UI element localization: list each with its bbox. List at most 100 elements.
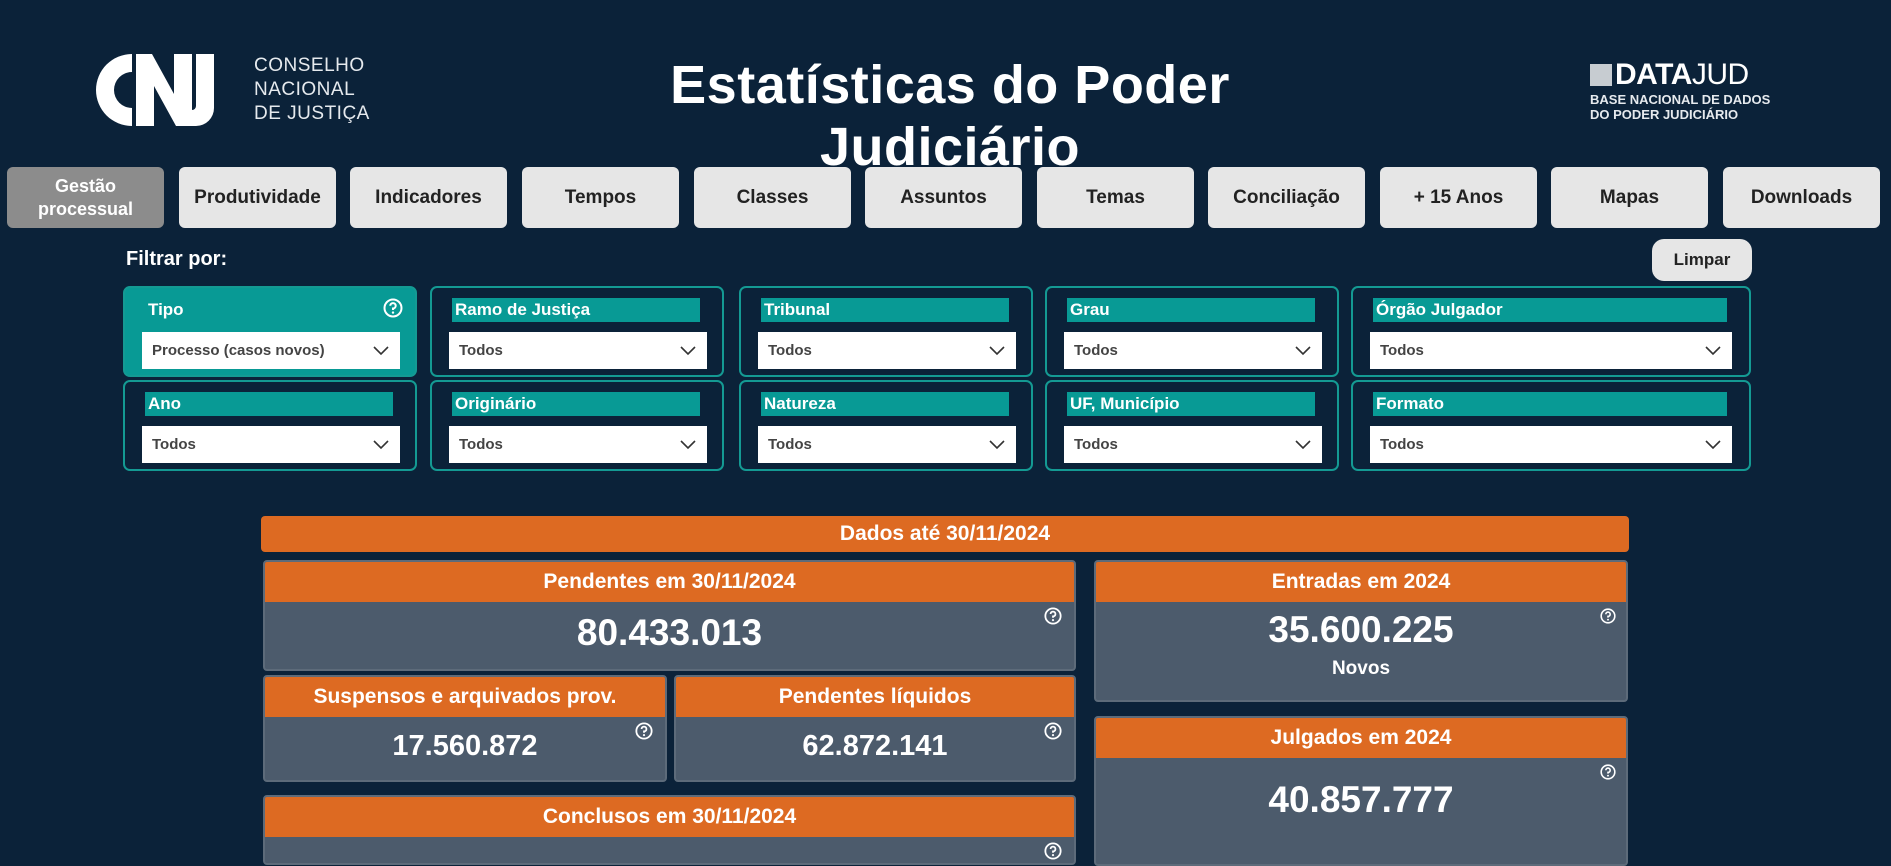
cnj-logo-icon <box>96 54 214 126</box>
page-title: Estatísticas do Poder Judiciário <box>670 55 1230 177</box>
filter-select[interactable]: Todos <box>449 426 707 463</box>
filter-value: Todos <box>768 436 812 453</box>
filter-value: Todos <box>1074 436 1118 453</box>
card-conclusos: Conclusos em 30/11/2024 <box>263 795 1076 865</box>
filter-value: Todos <box>1380 436 1424 453</box>
tab-mapas[interactable]: Mapas <box>1551 167 1708 228</box>
filter-label: Ramo de Justiça <box>452 298 700 322</box>
card-pendentes: Pendentes em 30/11/2024 80.433.013 <box>263 560 1076 671</box>
tab-downloads[interactable]: Downloads <box>1723 167 1880 228</box>
filter-value: Processo (casos novos) <box>152 342 325 359</box>
tab-produtividade[interactable]: Produtividade <box>179 167 336 228</box>
datajud-logo: DATA JUD BASE NACIONAL DE DADOS DO PODER … <box>1590 58 1790 128</box>
card-value: 62.872.141 <box>802 730 948 762</box>
help-icon[interactable] <box>383 298 403 318</box>
filter-natureza: Natureza Todos <box>739 380 1033 471</box>
filter-tribunal: Tribunal Todos <box>739 286 1033 377</box>
chevron-down-icon <box>989 440 1005 450</box>
chevron-down-icon <box>373 440 389 450</box>
filter-value: Todos <box>768 342 812 359</box>
filter-label: Grau <box>1067 298 1315 322</box>
tab-15-anos[interactable]: + 15 Anos <box>1380 167 1537 228</box>
card-title: Conclusos em 30/11/2024 <box>265 797 1074 837</box>
filter-grau: Grau Todos <box>1045 286 1339 377</box>
filter-select[interactable]: Processo (casos novos) <box>142 332 400 369</box>
help-icon[interactable] <box>1600 764 1616 780</box>
filter-value: Todos <box>152 436 196 453</box>
tab-indicadores[interactable]: Indicadores <box>350 167 507 228</box>
chevron-down-icon <box>1295 440 1311 450</box>
help-icon[interactable] <box>1044 722 1062 740</box>
chevron-down-icon <box>1705 440 1721 450</box>
card-subtitle: Novos <box>1331 658 1391 679</box>
tab-assuntos[interactable]: Assuntos <box>865 167 1022 228</box>
filter-label: Tribunal <box>761 298 1009 322</box>
card-title: Pendentes em 30/11/2024 <box>265 562 1074 602</box>
datajud-sub-1: BASE NACIONAL DE DADOS <box>1590 92 1771 107</box>
card-value: 35.600.225 <box>1268 609 1454 650</box>
filter-select[interactable]: Todos <box>142 426 400 463</box>
card-value: 40.857.777 <box>1268 779 1454 820</box>
chevron-down-icon <box>1705 346 1721 356</box>
help-icon[interactable] <box>635 722 653 740</box>
filter-label: Tipo <box>148 300 184 319</box>
filter-select[interactable]: Todos <box>758 426 1016 463</box>
card-entradas: Entradas em 2024 35.600.225 Novos <box>1094 560 1628 702</box>
filter-value: Todos <box>459 436 503 453</box>
card-value: 80.433.013 <box>576 612 763 653</box>
datajud-brand-light: JUD <box>1691 58 1749 91</box>
datajud-mark-icon <box>1590 64 1612 86</box>
filter-label: Formato <box>1373 392 1727 416</box>
filter-heading: Filtrar por: <box>126 248 228 270</box>
filter-select[interactable]: Todos <box>1064 426 1322 463</box>
filter-label: Natureza <box>761 392 1009 416</box>
filter-ano: Ano Todos <box>123 380 417 471</box>
filter-tipo: Tipo Processo (casos novos) <box>123 286 417 377</box>
datajud-sub-2: DO PODER JUDICIÁRIO <box>1590 107 1739 122</box>
clear-filters-button[interactable]: Limpar <box>1652 239 1752 281</box>
filter-select[interactable]: Todos <box>758 332 1016 369</box>
filter-orgao-julgador: Órgão Julgador Todos <box>1351 286 1751 377</box>
data-date-banner: Dados até 30/11/2024 <box>261 516 1629 552</box>
chevron-down-icon <box>680 346 696 356</box>
card-title: Entradas em 2024 <box>1096 562 1626 602</box>
logo-line-2: NACIONAL <box>254 79 356 100</box>
tab-temas[interactable]: Temas <box>1037 167 1194 228</box>
card-title: Pendentes líquidos <box>676 677 1074 717</box>
filter-label: Ano <box>145 392 393 416</box>
filter-select[interactable]: Todos <box>449 332 707 369</box>
cnj-logo: CONSELHO NACIONAL DE JUSTIÇA <box>92 50 402 130</box>
tab-tempos[interactable]: Tempos <box>522 167 679 228</box>
tab-conciliacao[interactable]: Conciliação <box>1208 167 1365 228</box>
datajud-brand-bold: DATA <box>1615 58 1692 91</box>
logo-line-1: CONSELHO <box>254 55 365 76</box>
help-icon[interactable] <box>1044 842 1062 860</box>
filter-label: UF, Município <box>1067 392 1315 416</box>
filter-value: Todos <box>459 342 503 359</box>
chevron-down-icon <box>373 346 389 356</box>
card-value: 17.560.872 <box>392 730 538 762</box>
help-icon[interactable] <box>1044 607 1062 625</box>
help-icon[interactable] <box>1600 608 1616 624</box>
filter-select[interactable]: Todos <box>1370 426 1732 463</box>
filter-select[interactable]: Todos <box>1370 332 1732 369</box>
filter-originario: Originário Todos <box>430 380 724 471</box>
chevron-down-icon <box>1295 346 1311 356</box>
card-julgados: Julgados em 2024 40.857.777 <box>1094 716 1628 866</box>
card-title: Suspensos e arquivados prov. <box>265 677 665 717</box>
tab-classes[interactable]: Classes <box>694 167 851 228</box>
filter-value: Todos <box>1380 342 1424 359</box>
chevron-down-icon <box>680 440 696 450</box>
filter-formato: Formato Todos <box>1351 380 1751 471</box>
filter-uf-municipio: UF, Município Todos <box>1045 380 1339 471</box>
filter-label: Órgão Julgador <box>1373 298 1727 322</box>
filter-label: Originário <box>452 392 700 416</box>
chevron-down-icon <box>989 346 1005 356</box>
card-title: Julgados em 2024 <box>1096 718 1626 758</box>
filter-value: Todos <box>1074 342 1118 359</box>
filter-ramo-de-justica: Ramo de Justiça Todos <box>430 286 724 377</box>
filter-select[interactable]: Todos <box>1064 332 1322 369</box>
tab-gestao-processual[interactable]: Gestão processual <box>7 167 164 228</box>
card-suspensos: Suspensos e arquivados prov. 17.560.872 <box>263 675 667 782</box>
logo-line-3: DE JUSTIÇA <box>254 103 370 124</box>
